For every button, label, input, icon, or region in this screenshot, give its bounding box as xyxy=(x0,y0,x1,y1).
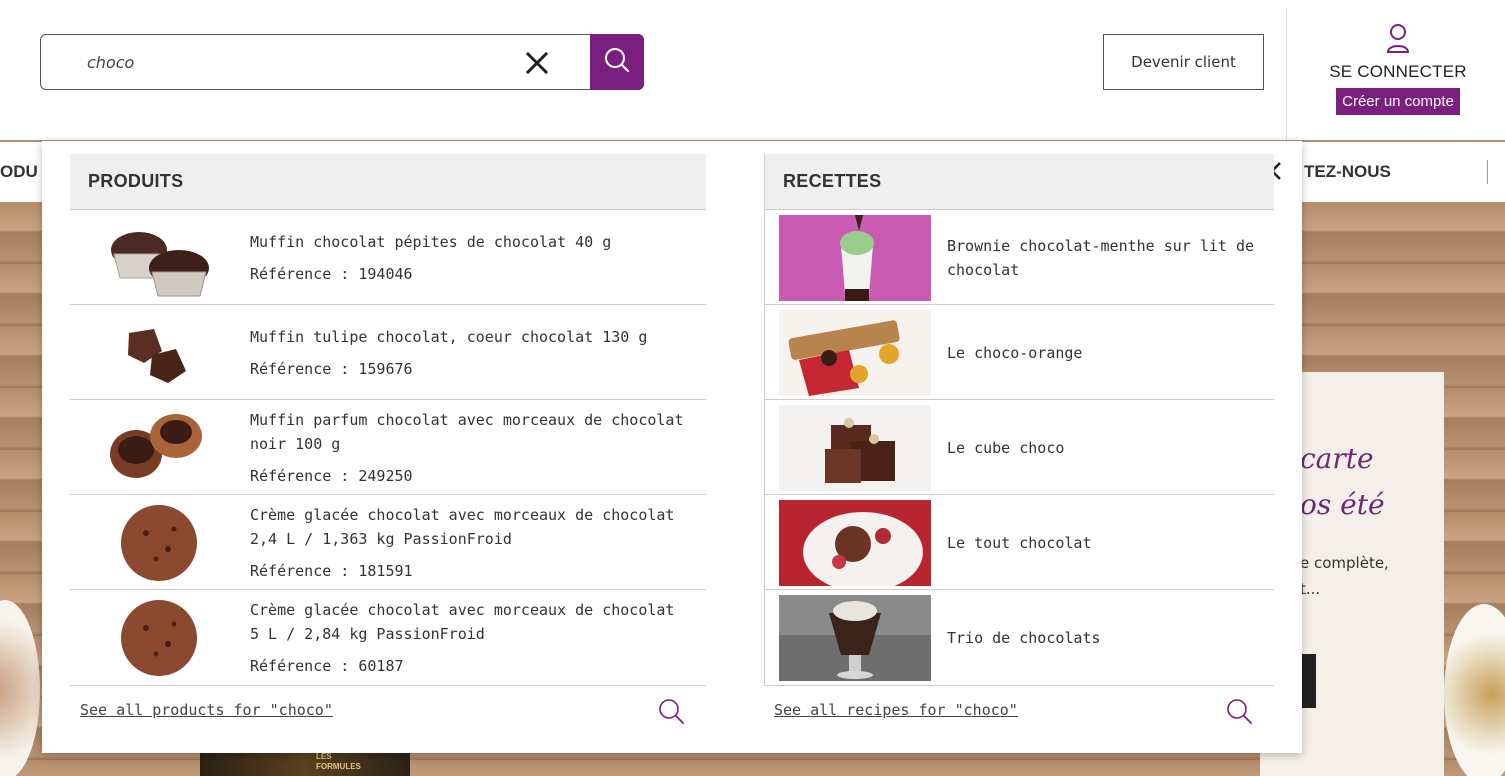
product-image xyxy=(121,505,197,581)
recipe-row[interactable]: Le choco-orange xyxy=(765,305,1274,400)
search-icon xyxy=(1227,699,1252,724)
create-account-button[interactable]: Créer un compte xyxy=(1336,88,1460,115)
product-name: Crème glacée chocolat avec morceaux de c… xyxy=(250,600,675,643)
search-box xyxy=(40,34,644,90)
recipe-name: Le tout chocolat xyxy=(947,533,1092,552)
nav-item-contactez-nous[interactable]: TEZ-NOUS xyxy=(1304,162,1391,182)
search-suggestions-dropdown: PRODUITS Muffin chocolat pépites de choc… xyxy=(42,141,1302,753)
products-column: PRODUITS Muffin chocolat pépites de choc… xyxy=(70,154,706,686)
recipe-image xyxy=(779,310,931,396)
recipe-name: Trio de chocolats xyxy=(947,628,1101,647)
see-all-products-search-button[interactable] xyxy=(656,697,686,727)
products-heading: PRODUITS xyxy=(70,154,706,210)
se-connecter-link[interactable]: SE CONNECTER xyxy=(1318,62,1478,82)
recipes-heading: RECETTES xyxy=(764,154,1274,210)
see-all-products-link[interactable]: See all products for "choco" xyxy=(80,701,333,725)
product-name: Crème glacée chocolat avec morceaux de c… xyxy=(250,505,675,548)
close-icon xyxy=(525,51,549,75)
promo-button[interactable] xyxy=(1300,654,1316,708)
product-row[interactable]: Muffin tulipe chocolat, coeur chocolat 1… xyxy=(70,305,706,400)
product-image xyxy=(121,600,197,676)
recipe-image xyxy=(779,595,931,681)
recipe-image xyxy=(779,405,931,491)
recipe-image xyxy=(779,215,931,301)
product-reference: Référence : 159676 xyxy=(250,359,413,378)
product-name: Muffin parfum chocolat avec morceaux de … xyxy=(250,410,684,453)
product-reference: Référence : 249250 xyxy=(250,466,413,485)
see-all-recipes-search-button[interactable] xyxy=(1224,697,1254,727)
site-header: Devenir client SE CONNECTER Créer un com… xyxy=(0,0,1505,140)
nav-divider xyxy=(1487,160,1488,184)
recipe-row[interactable]: Le cube choco xyxy=(765,400,1274,495)
recipes-column: RECETTES Brownie chocolat-menthe sur lit… xyxy=(764,154,1274,686)
search-submit-button[interactable] xyxy=(590,34,644,90)
recipe-row[interactable]: Le tout chocolat xyxy=(765,495,1274,590)
recipe-row[interactable]: Trio de chocolats xyxy=(765,590,1274,685)
product-banner-text: LES FORMULES xyxy=(316,752,361,771)
recipe-name: Le cube choco xyxy=(947,438,1065,457)
product-reference: Référence : 194046 xyxy=(250,264,413,283)
product-row[interactable]: Crème glacée chocolat avec morceaux de c… xyxy=(70,495,706,590)
product-reference: Référence : 60187 xyxy=(250,656,404,675)
devenir-client-button[interactable]: Devenir client xyxy=(1103,34,1264,90)
search-input[interactable] xyxy=(41,35,511,89)
product-image xyxy=(111,232,209,297)
promo-text: e complète, t... xyxy=(1300,554,1389,598)
product-image xyxy=(110,414,202,478)
product-banner-image xyxy=(200,752,410,776)
product-name: Muffin tulipe chocolat, coeur chocolat 1… xyxy=(250,327,648,346)
recipe-row[interactable]: Brownie chocolat-menthe sur lit de choco… xyxy=(765,210,1274,305)
product-row[interactable]: Muffin parfum chocolat avec morceaux de … xyxy=(70,400,706,495)
recipe-image xyxy=(779,500,931,586)
user-icon[interactable] xyxy=(1383,22,1413,54)
product-row[interactable]: Crème glacée chocolat avec morceaux de c… xyxy=(70,590,706,685)
product-image xyxy=(128,329,186,383)
clear-search-button[interactable] xyxy=(521,47,553,79)
search-icon xyxy=(659,699,684,724)
recipe-name: Le choco-orange xyxy=(947,343,1083,362)
search-icon xyxy=(605,48,630,73)
header-divider xyxy=(1286,8,1287,140)
recipe-name: Brownie chocolat-menthe sur lit de choco… xyxy=(947,236,1255,279)
see-all-recipes-link[interactable]: See all recipes for "choco" xyxy=(774,701,1018,725)
product-row[interactable]: Muffin chocolat pépites de chocolat 40 g… xyxy=(70,210,706,305)
product-name: Muffin chocolat pépites de chocolat 40 g xyxy=(250,232,612,251)
account-area: SE CONNECTER Créer un compte xyxy=(1318,22,1478,115)
nav-item-produits[interactable]: ODU xyxy=(0,162,38,182)
product-reference: Référence : 181591 xyxy=(250,561,413,580)
promo-title: carte os été xyxy=(1300,442,1385,521)
